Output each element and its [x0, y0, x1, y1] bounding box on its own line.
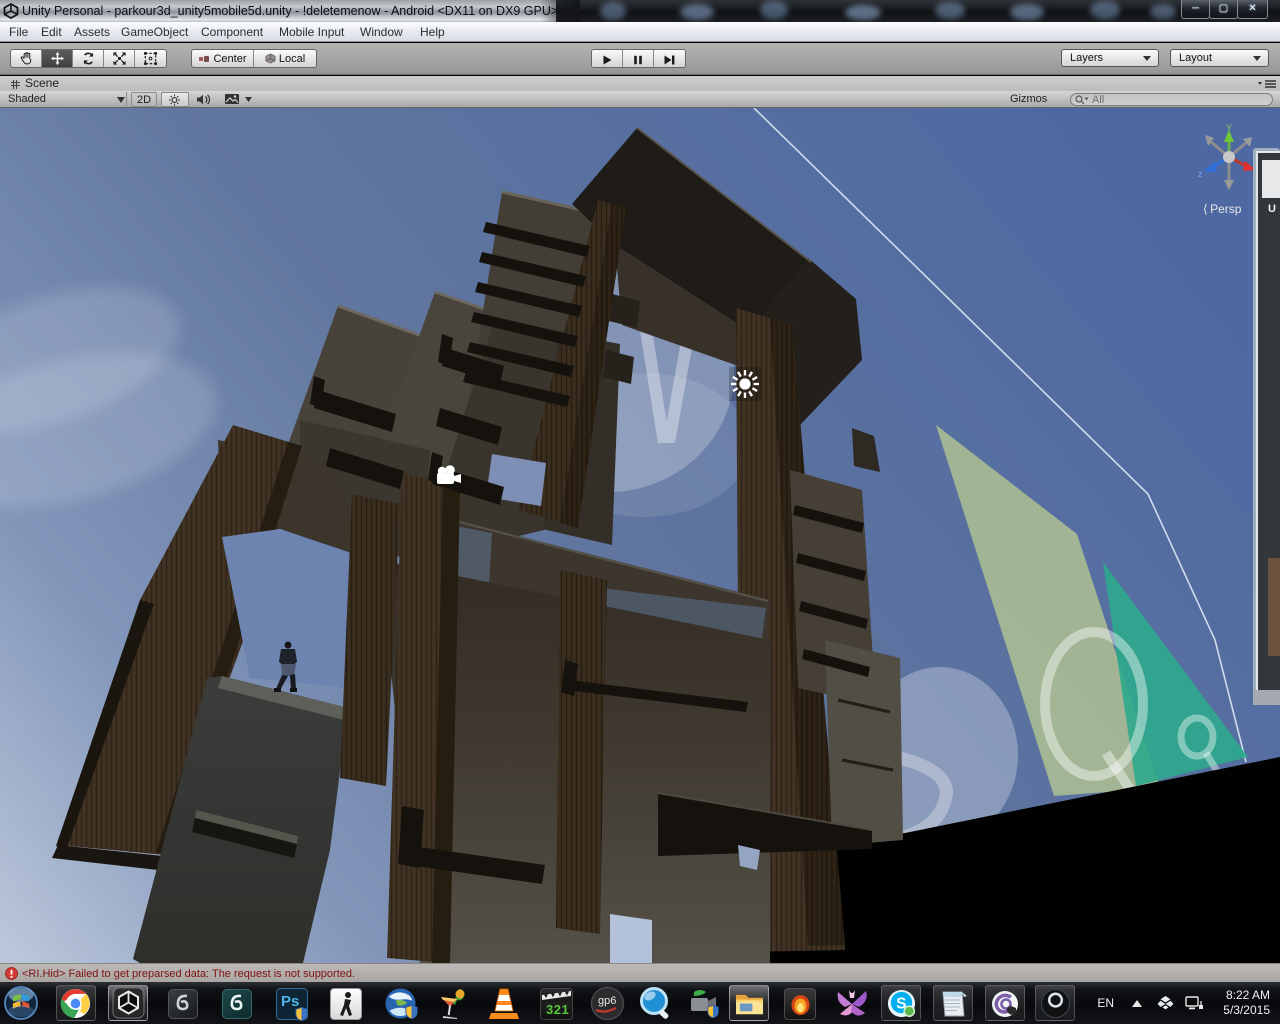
svg-text:Y: Y [1226, 123, 1232, 133]
svg-text:U: U [1268, 203, 1276, 215]
svg-text:z: z [1198, 169, 1203, 179]
svg-text:gp6: gp6 [598, 995, 616, 1007]
svg-text:⟨ Persp: ⟨ Persp [1203, 202, 1242, 216]
